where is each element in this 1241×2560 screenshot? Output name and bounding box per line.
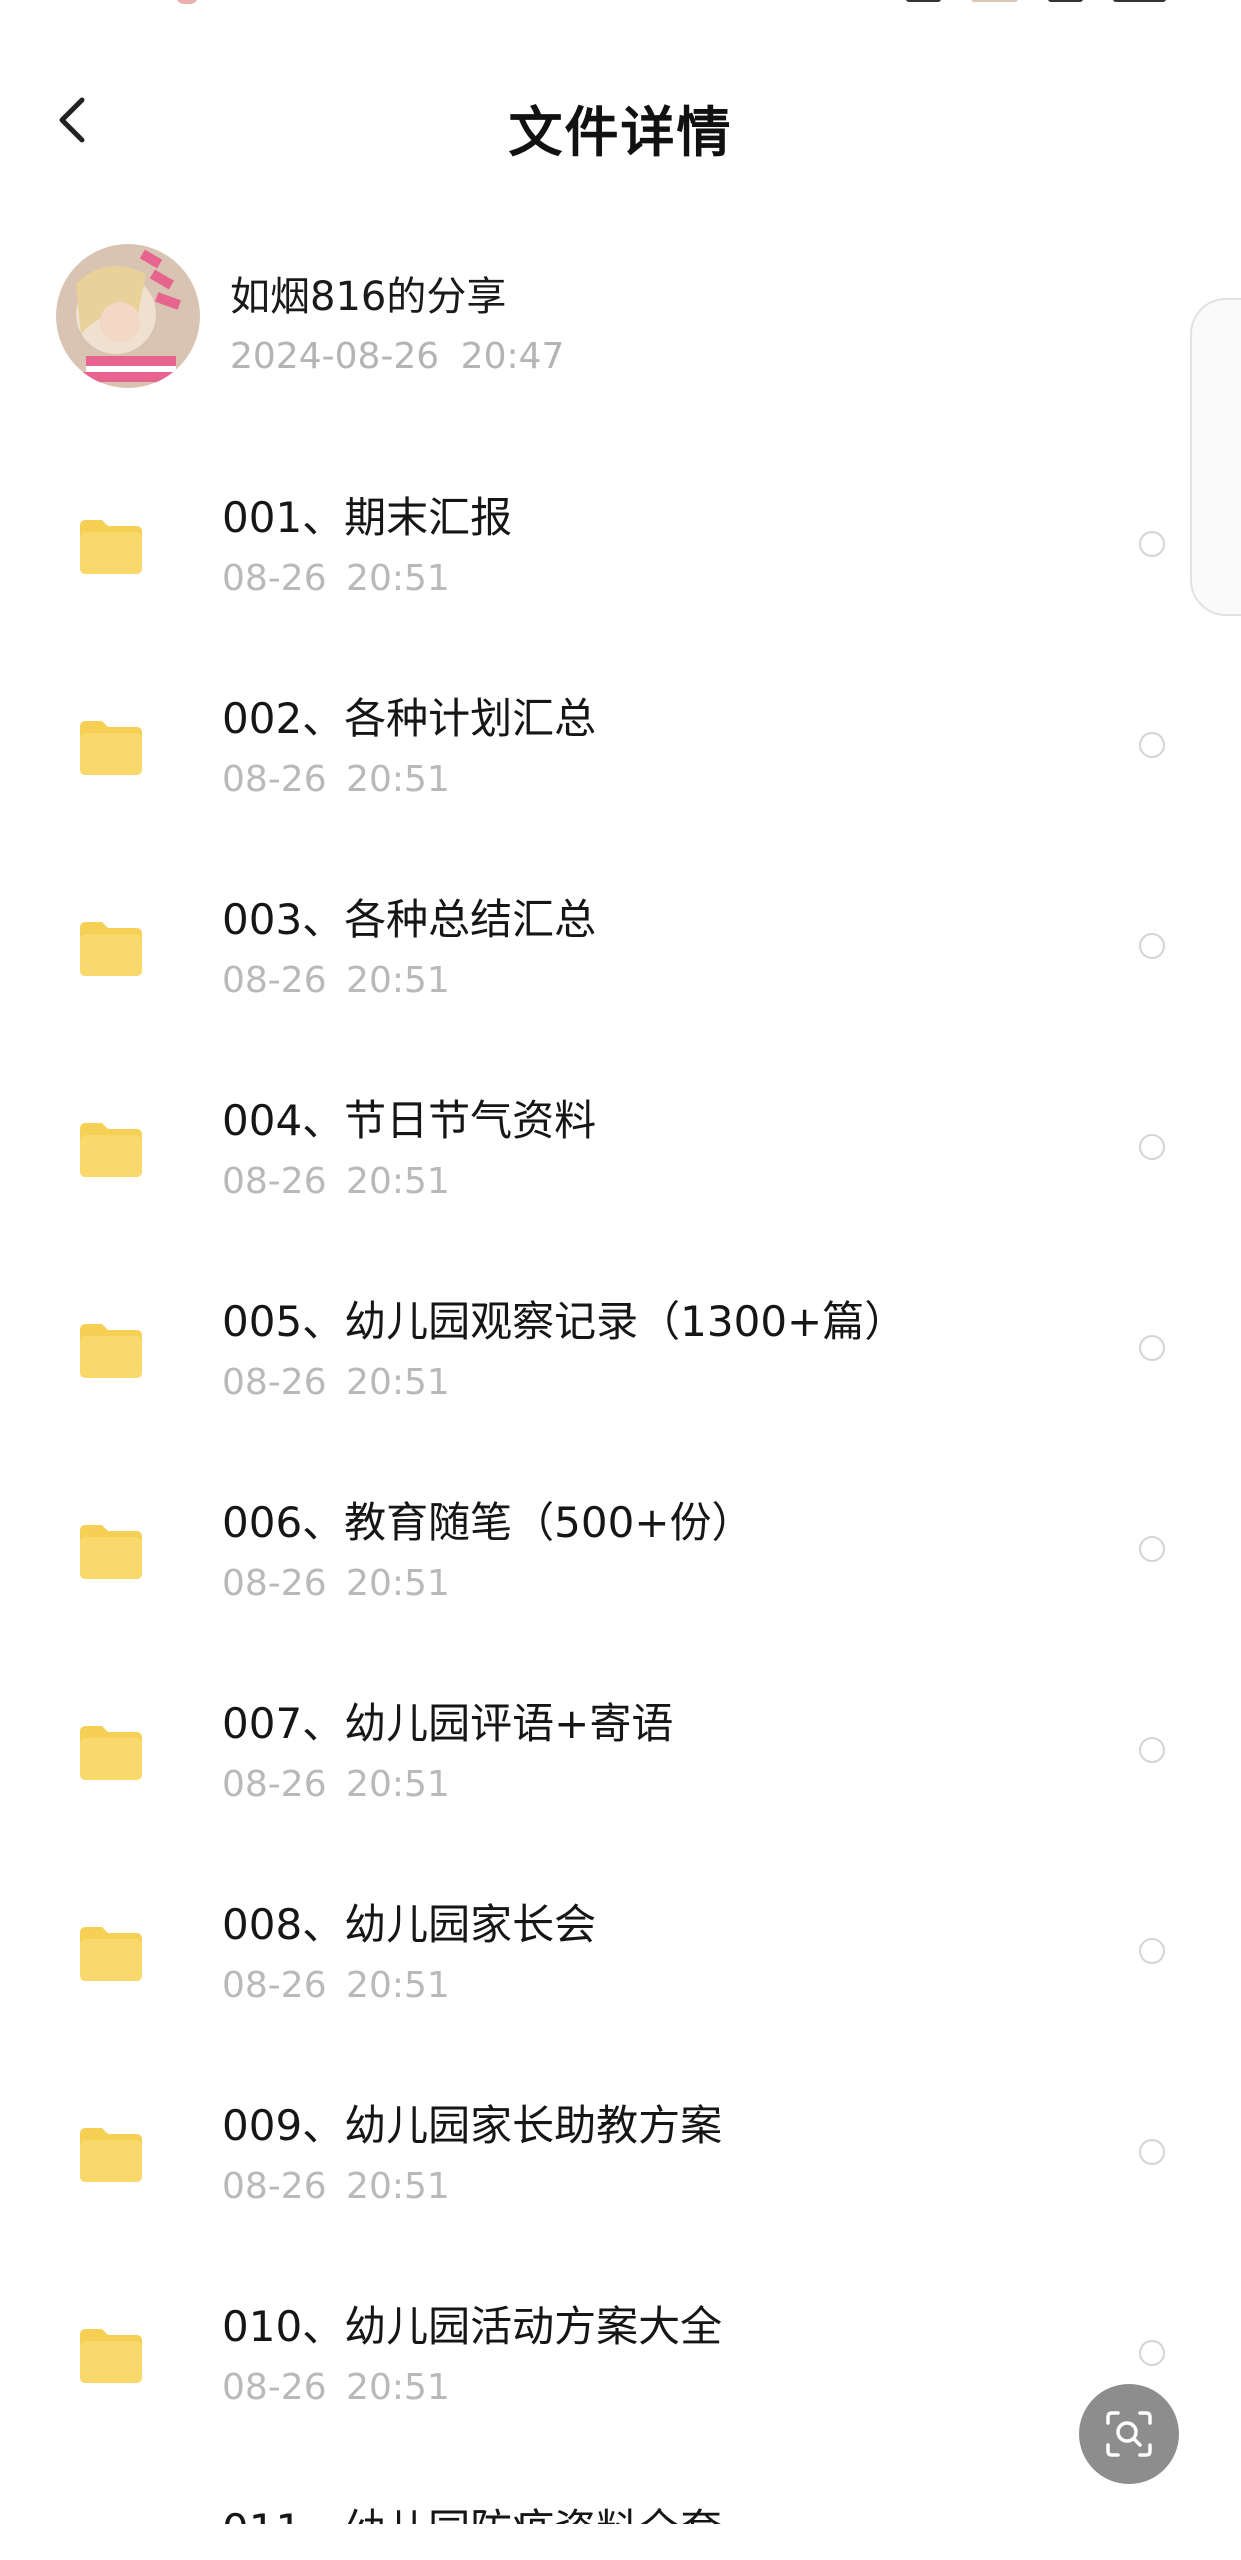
select-circle-icon[interactable] [1139, 1335, 1165, 1361]
signal-icon [971, 0, 1019, 2]
file-name: 004、节日节气资料 [222, 1096, 597, 1145]
file-time: 08-26 20:51 [222, 1965, 450, 2006]
folder-icon [76, 1320, 146, 1380]
list-item[interactable]: 002、各种计划汇总 08-26 20:51 [0, 645, 1241, 846]
scan-search-icon [1106, 2411, 1152, 2457]
scan-button[interactable] [1079, 2384, 1179, 2484]
avatar-image [56, 244, 200, 388]
select-circle-icon[interactable] [1139, 1134, 1165, 1160]
file-name: 005、幼儿园观察记录（1300+篇） [222, 1297, 907, 1346]
page-title: 文件详情 [508, 101, 733, 164]
list-item[interactable]: 005、幼儿园观察记录（1300+篇） 08-26 20:51 [0, 1248, 1241, 1449]
select-circle-icon[interactable] [1139, 531, 1165, 557]
folder-icon [76, 516, 146, 576]
folder-icon [76, 1923, 146, 1983]
select-circle-icon[interactable] [1139, 1938, 1165, 1964]
file-name: 003、各种总结汇总 [222, 895, 597, 944]
alarm-icon [906, 0, 942, 2]
sharer-name: 如烟816的分享 [230, 274, 507, 320]
status-notification-icon [176, 0, 198, 4]
file-name: 009、幼儿园家长助教方案 [222, 2101, 723, 2150]
file-list: 001、期末汇报 08-26 20:51 002、各种计划汇总 08-26 20:51… [0, 444, 1241, 2454]
list-item[interactable]: 006、教育随笔（500+份） 08-26 20:51 [0, 1449, 1241, 1650]
select-circle-icon[interactable] [1139, 2340, 1165, 2366]
status-bar [0, 0, 1241, 14]
wifi-icon [1048, 0, 1084, 2]
file-time: 08-26 20:51 [222, 1563, 450, 1604]
select-circle-icon[interactable] [1139, 1737, 1165, 1763]
file-name: 002、各种计划汇总 [222, 694, 597, 743]
list-item-partial[interactable]: 011、幼儿园防疫资料全套 [0, 2488, 1241, 2524]
file-time: 08-26 20:51 [222, 558, 450, 599]
select-circle-icon[interactable] [1139, 1536, 1165, 1562]
file-name: 001、期末汇报 [222, 493, 513, 542]
file-name: 007、幼儿园评语+寄语 [222, 1699, 674, 1748]
folder-icon [76, 1119, 146, 1179]
list-item[interactable]: 001、期末汇报 08-26 20:51 [0, 444, 1241, 645]
folder-icon [76, 2325, 146, 2385]
share-time: 2024-08-26 20:47 [230, 336, 565, 377]
list-item[interactable]: 010、幼儿园活动方案大全 08-26 20:51 [0, 2253, 1241, 2454]
file-time: 08-26 20:51 [222, 2166, 450, 2207]
file-time: 08-26 20:51 [222, 960, 450, 1001]
file-name: 006、教育随笔（500+份） [222, 1498, 754, 1547]
file-time: 08-26 20:51 [222, 2367, 450, 2408]
list-item[interactable]: 004、节日节气资料 08-26 20:51 [0, 1047, 1241, 1248]
file-time: 08-26 20:51 [222, 1362, 450, 1403]
folder-icon [76, 918, 146, 978]
select-circle-icon[interactable] [1139, 2139, 1165, 2165]
file-name: 008、幼儿园家长会 [222, 1900, 597, 1949]
list-item[interactable]: 008、幼儿园家长会 08-26 20:51 [0, 1851, 1241, 2052]
folder-icon [76, 1722, 146, 1782]
folder-icon [76, 717, 146, 777]
sharer-info: 如烟816的分享 2024-08-26 20:47 [56, 244, 1056, 394]
folder-icon [76, 1521, 146, 1581]
list-item[interactable]: 009、幼儿园家长助教方案 08-26 20:51 [0, 2052, 1241, 2253]
file-time: 08-26 20:51 [222, 1161, 450, 1202]
select-circle-icon[interactable] [1139, 933, 1165, 959]
file-name: 010、幼儿园活动方案大全 [222, 2302, 723, 2351]
status-icons [906, 0, 1166, 4]
folder-icon [76, 2124, 146, 2184]
list-item[interactable]: 007、幼儿园评语+寄语 08-26 20:51 [0, 1650, 1241, 1851]
avatar[interactable] [56, 244, 200, 388]
list-item[interactable]: 003、各种总结汇总 08-26 20:51 [0, 846, 1241, 1047]
header: 文件详情 [0, 60, 1241, 180]
file-name: 011、幼儿园防疫资料全套 [222, 2496, 722, 2524]
battery-icon [1113, 0, 1166, 2]
select-circle-icon[interactable] [1139, 732, 1165, 758]
file-time: 08-26 20:51 [222, 1764, 450, 1805]
file-time: 08-26 20:51 [222, 759, 450, 800]
